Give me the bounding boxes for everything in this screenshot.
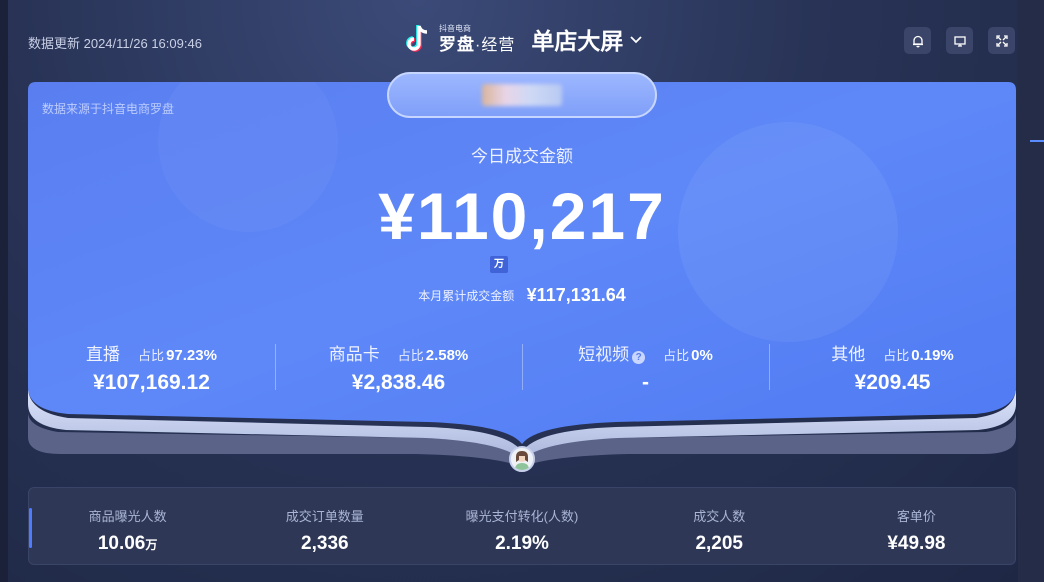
brand-main-text: 罗盘·经营 bbox=[439, 36, 515, 54]
channel-amount: ¥107,169.12 bbox=[93, 371, 210, 394]
fullscreen-icon bbox=[995, 34, 1008, 47]
brand-small-text: 抖音电商 bbox=[439, 23, 471, 33]
channel-name: 其他 bbox=[831, 345, 866, 364]
ratio-value: 0.19% bbox=[911, 347, 954, 364]
channel-amount: - bbox=[642, 371, 649, 394]
unit-badge: 万 bbox=[490, 256, 508, 273]
metric-buyers: 成交人数 2,205 bbox=[621, 488, 818, 564]
data-source-note: 数据来源于抖音电商罗盘 bbox=[42, 102, 175, 116]
today-gmv-label: 今日成交金额 bbox=[471, 147, 573, 166]
avatar-image bbox=[511, 448, 533, 470]
chevron-down-icon bbox=[630, 36, 642, 44]
ratio-label: 占比 bbox=[663, 348, 690, 363]
metric-label: 客单价 bbox=[896, 509, 936, 524]
metrics-accent-bar bbox=[29, 508, 32, 548]
channel-name: 直播 bbox=[86, 345, 121, 364]
metric-value: 2,205 bbox=[695, 533, 743, 554]
ratio-value: 97.23% bbox=[166, 347, 217, 364]
brand-header: 抖音电商 罗盘·经营 单店大屏 bbox=[405, 22, 643, 56]
help-icon[interactable]: ? bbox=[632, 351, 646, 364]
today-gmv-value: ¥110,217 bbox=[378, 179, 666, 253]
dashboard-screen: 数据更新 2024/11/26 16:09:46 抖音电商 罗盘·经营 单店大屏 bbox=[0, 0, 1044, 582]
month-gmv-label: 本月累计成交金额 bbox=[418, 289, 515, 303]
metric-value: 2.19% bbox=[495, 533, 549, 554]
channel-amount: ¥209.45 bbox=[854, 371, 931, 394]
month-gmv-row: 本月累计成交金额 ¥117,131.64 bbox=[0, 285, 1044, 306]
metric-value: 10.06万 bbox=[29, 533, 226, 555]
ratio-label: 占比 bbox=[138, 348, 165, 363]
channel-short-video: 短视频 ? 占比 0% - bbox=[522, 340, 769, 396]
metric-conversion: 曝光支付转化(人数) 2.19% bbox=[423, 488, 620, 564]
avatar[interactable] bbox=[509, 446, 535, 472]
metric-label: 成交订单数量 bbox=[285, 509, 364, 524]
brand-sub-name: ·经营 bbox=[475, 36, 516, 54]
metric-exposure-users: 商品曝光人数 10.06万 bbox=[29, 488, 226, 564]
channel-product-card: 商品卡 占比 2.58% ¥2,838.46 bbox=[275, 340, 522, 396]
douyin-logo-icon bbox=[405, 22, 433, 56]
brand-text: 抖音电商 罗盘·经营 bbox=[439, 23, 515, 54]
month-gmv-value: ¥117,131.64 bbox=[526, 285, 626, 305]
bell-icon bbox=[912, 35, 923, 47]
metric-number: 10.06 bbox=[97, 533, 146, 554]
update-timestamp: 数据更新 2024/11/26 16:09:46 bbox=[28, 36, 202, 51]
brand-main-name: 罗盘 bbox=[439, 34, 475, 54]
metric-avg-order-value: 客单价 ¥49.98 bbox=[818, 488, 1015, 564]
ratio-label: 占比 bbox=[883, 348, 910, 363]
ratio-value: 0% bbox=[691, 347, 713, 364]
screen-title-dropdown[interactable]: 单店大屏 bbox=[531, 22, 643, 56]
metric-orders: 成交订单数量 2,336 bbox=[226, 488, 423, 564]
channel-live: 直播 占比 97.23% ¥107,169.12 bbox=[28, 340, 275, 396]
screen-title: 单店大屏 bbox=[531, 28, 624, 54]
shop-name-pill[interactable] bbox=[387, 72, 657, 118]
ratio-value: 2.58% bbox=[425, 347, 469, 364]
fullscreen-button[interactable] bbox=[988, 27, 1015, 54]
metric-label: 商品曝光人数 bbox=[88, 509, 167, 524]
channel-amount: ¥2,838.46 bbox=[351, 371, 446, 394]
ratio-label: 占比 bbox=[397, 348, 424, 363]
metrics-panel: 商品曝光人数 10.06万 成交订单数量 2,336 曝光支付转化(人数) 2.… bbox=[28, 487, 1016, 565]
sales-card-background bbox=[28, 82, 1016, 467]
notification-button[interactable] bbox=[904, 27, 931, 54]
metric-value: ¥49.98 bbox=[887, 533, 946, 554]
display-mode-button[interactable] bbox=[946, 27, 973, 54]
metric-label: 曝光支付转化(人数) bbox=[465, 509, 579, 524]
channel-breakdown: 直播 占比 97.23% ¥107,169.12 商品卡 占比 2.58% ¥2… bbox=[28, 340, 1016, 396]
channel-name: 商品卡 bbox=[328, 345, 380, 364]
metric-unit: 万 bbox=[145, 538, 158, 552]
channel-name: 短视频 bbox=[578, 345, 630, 364]
metric-label: 成交人数 bbox=[693, 509, 746, 524]
metric-value: 2,336 bbox=[301, 533, 349, 554]
monitor-icon bbox=[953, 35, 966, 47]
shop-name-redacted bbox=[482, 84, 562, 106]
channel-other: 其他 占比 0.19% ¥209.45 bbox=[769, 340, 1016, 396]
